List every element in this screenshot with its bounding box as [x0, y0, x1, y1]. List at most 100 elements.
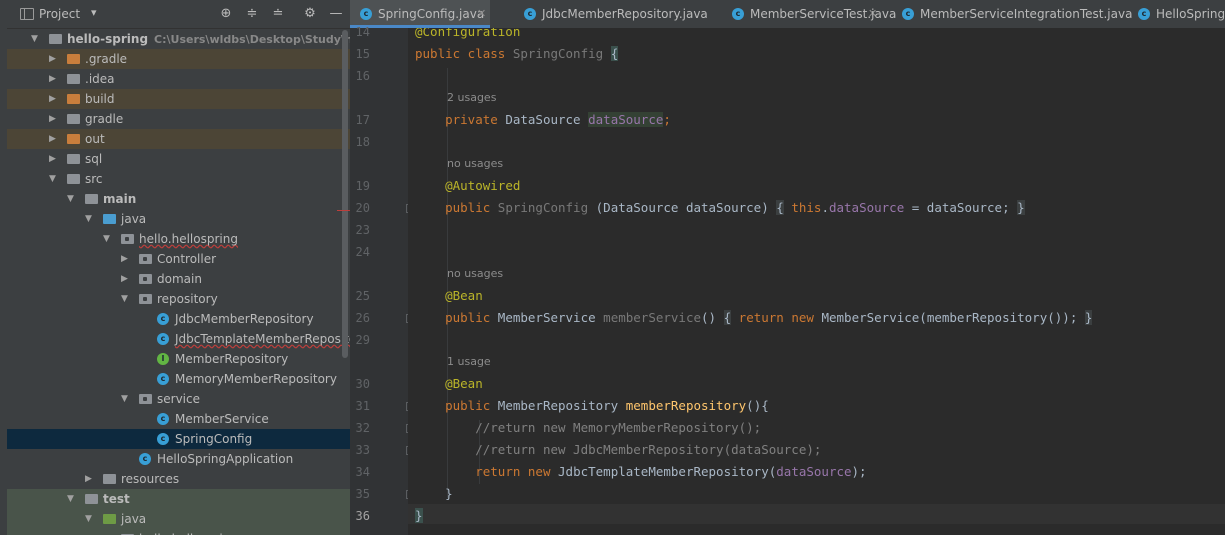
tree-item-memberrepository[interactable]: I MemberRepository — [7, 349, 350, 369]
tree-item-build[interactable]: ▶ build — [7, 89, 350, 109]
chevron-down-icon[interactable]: ▼ — [49, 169, 59, 189]
code-line-14: @Configuration — [415, 28, 520, 42]
line-number: 26 — [355, 311, 370, 325]
usage-hint[interactable]: 1 usage — [447, 354, 491, 370]
folder-icon — [67, 174, 80, 184]
tab-memberserviceintegrationtest[interactable]: c MemberServiceIntegrationTest.java ✕ — [902, 0, 1132, 28]
code-line-17: private DataSource dataSource; — [415, 110, 671, 130]
tree-item-label: hello.hellospring — [139, 232, 238, 246]
chevron-right-icon[interactable]: ▶ — [49, 109, 59, 129]
tab-jdbcmemberrepository[interactable]: c JdbcMemberRepository.java ✕ — [514, 0, 877, 28]
tree-item-springconfig[interactable]: c SpringConfig — [7, 429, 350, 449]
tree-item-idea[interactable]: ▶ .idea — [7, 69, 350, 89]
tree-item-hello-hellospring[interactable]: hello.hellospring — [7, 529, 350, 535]
close-icon[interactable]: ✕ — [477, 0, 486, 28]
chevron-right-icon[interactable]: ▶ — [121, 249, 131, 269]
class-icon: c — [157, 373, 169, 385]
chevron-down-icon[interactable]: ▼ — [85, 509, 95, 529]
comment: //return new MemoryMemberRepository(); — [475, 420, 762, 435]
folder-orange-icon — [67, 94, 80, 104]
gear-icon[interactable]: ⚙ — [301, 5, 319, 23]
tree-item-domain[interactable]: ▶ domain — [7, 269, 350, 289]
project-panel-title[interactable]: Project — [39, 7, 80, 21]
class-icon: c — [157, 413, 169, 425]
chevron-down-icon[interactable]: ▼ — [121, 389, 131, 409]
tree-item-resources[interactable]: ▶ resources — [7, 469, 350, 489]
tree-item-memberservice[interactable]: c MemberService — [7, 409, 350, 429]
class-icon: c — [157, 333, 169, 345]
chevron-right-icon[interactable]: ▶ — [49, 149, 59, 169]
tree-item-controller[interactable]: ▶ Controller — [7, 249, 350, 269]
tree-item-jdbctemplatememberrepository[interactable]: c JdbcTemplateMemberRepository — [7, 329, 350, 349]
type: MemberRepository — [497, 398, 619, 413]
tab-memberservicetest[interactable]: c MemberServiceTest.java ✕ — [724, 0, 896, 28]
chevron-right-icon[interactable]: ▶ — [49, 49, 59, 69]
package-icon — [139, 394, 152, 404]
tree-item-label: repository — [157, 292, 218, 306]
class-icon: c — [732, 8, 744, 20]
tree-item-hello-hellospring[interactable]: ▼ hello.hellospring — [7, 229, 350, 249]
code-line-35: } — [415, 484, 453, 504]
folder-orange-icon — [67, 54, 80, 64]
locate-icon[interactable]: ⊕ — [217, 5, 235, 23]
tab-springconfig[interactable]: c SpringConfig.java ✕ — [350, 0, 490, 28]
tree-item-memorymemberrepository[interactable]: c MemoryMemberRepository — [7, 369, 350, 389]
minimize-icon[interactable]: — — [327, 5, 345, 23]
class-icon: c — [157, 313, 169, 325]
tree-item-sql[interactable]: ▶ sql — [7, 149, 350, 169]
tree-item-label: MemberRepository — [175, 352, 289, 366]
chevron-down-icon[interactable]: ▼ — [85, 209, 95, 229]
code-line-33: //return new JdbcMemberRepository(dataSo… — [415, 440, 821, 460]
tree-item-gradle[interactable]: ▶ gradle — [7, 109, 350, 129]
spring-class-icon: c — [139, 453, 151, 465]
tree-item-jdbcmemberrepository[interactable]: c JdbcMemberRepository — [7, 309, 350, 329]
chevron-right-icon[interactable]: ▶ — [121, 269, 131, 289]
chevron-down-icon[interactable]: ▼ — [121, 289, 131, 309]
tree-item-repository[interactable]: ▼ repository — [7, 289, 350, 309]
line-number: 35 — [355, 487, 370, 501]
chevron-down-icon[interactable]: ▼ — [67, 489, 77, 509]
tree-item-service[interactable]: ▼ service — [7, 389, 350, 409]
usage-hint[interactable]: no usages — [447, 156, 503, 172]
chevron-right-icon[interactable]: ▶ — [85, 469, 95, 489]
chevron-down-icon[interactable]: ▼ — [67, 189, 77, 209]
line-number: 16 — [355, 69, 370, 83]
code-editor[interactable]: @Configuration public class SpringConfig… — [408, 28, 1225, 535]
chevron-down-icon[interactable]: ▼ — [103, 229, 113, 249]
usage-hint[interactable]: no usages — [447, 266, 503, 282]
folder-icon — [67, 114, 80, 124]
tree-item-test[interactable]: ▼ test — [7, 489, 350, 509]
tree-item-label: .idea — [85, 72, 115, 86]
tree-item-gradle[interactable]: ▶ .gradle — [7, 49, 350, 69]
tree-item-out[interactable]: ▶ out — [7, 129, 350, 149]
tree-item-label: out — [85, 132, 105, 146]
code-line-36: } — [415, 506, 423, 526]
collapse-all-icon[interactable]: ≐ — [269, 5, 287, 23]
editor-gutter: 14 15 16 17 18 19 20 23 24 25 26 29 30 31 32 33 34 35 36 — [350, 25, 415, 535]
chevron-right-icon[interactable]: ▶ — [49, 69, 59, 89]
chevron-right-icon[interactable]: ▶ — [49, 129, 59, 149]
tree-item-java[interactable]: ▼ java — [7, 509, 350, 529]
chevron-down-icon[interactable]: ▼ — [31, 29, 41, 49]
tree-item-hellospringapplication[interactable]: c HelloSpringApplication — [7, 449, 350, 469]
chevron-right-icon[interactable]: ▶ — [49, 89, 59, 109]
usage-hint[interactable]: 2 usages — [447, 90, 496, 106]
tree-item-src[interactable]: ▼ src — [7, 169, 350, 189]
tree-item-java[interactable]: ▼ java — [7, 209, 350, 229]
tree-item-label: service — [157, 392, 200, 406]
expand-all-icon[interactable]: ≑ — [243, 5, 261, 23]
chevron-down-icon[interactable]: ▾ — [91, 6, 97, 19]
tree-item-main[interactable]: ▼ main — [7, 189, 350, 209]
field: dataSource — [828, 200, 905, 215]
tree-item-label: sql — [85, 152, 103, 166]
keyword: public class — [415, 46, 506, 61]
tab-label: HelloSpringA — [1156, 7, 1225, 21]
code-line-15: public class SpringConfig { — [415, 44, 619, 64]
tree-item-hello-spring[interactable]: ▼ hello-spring C:\Users\wldbs\Desktop\Stud… — [7, 29, 350, 49]
panel-scrollbar[interactable] — [342, 30, 348, 358]
tree-item-label: gradle — [85, 112, 124, 126]
tab-hellospringapplication[interactable]: c HelloSpringA — [1138, 0, 1225, 28]
annotation: @Autowired — [445, 178, 521, 193]
keyword: new — [527, 464, 551, 479]
line-number: 25 — [355, 289, 370, 303]
